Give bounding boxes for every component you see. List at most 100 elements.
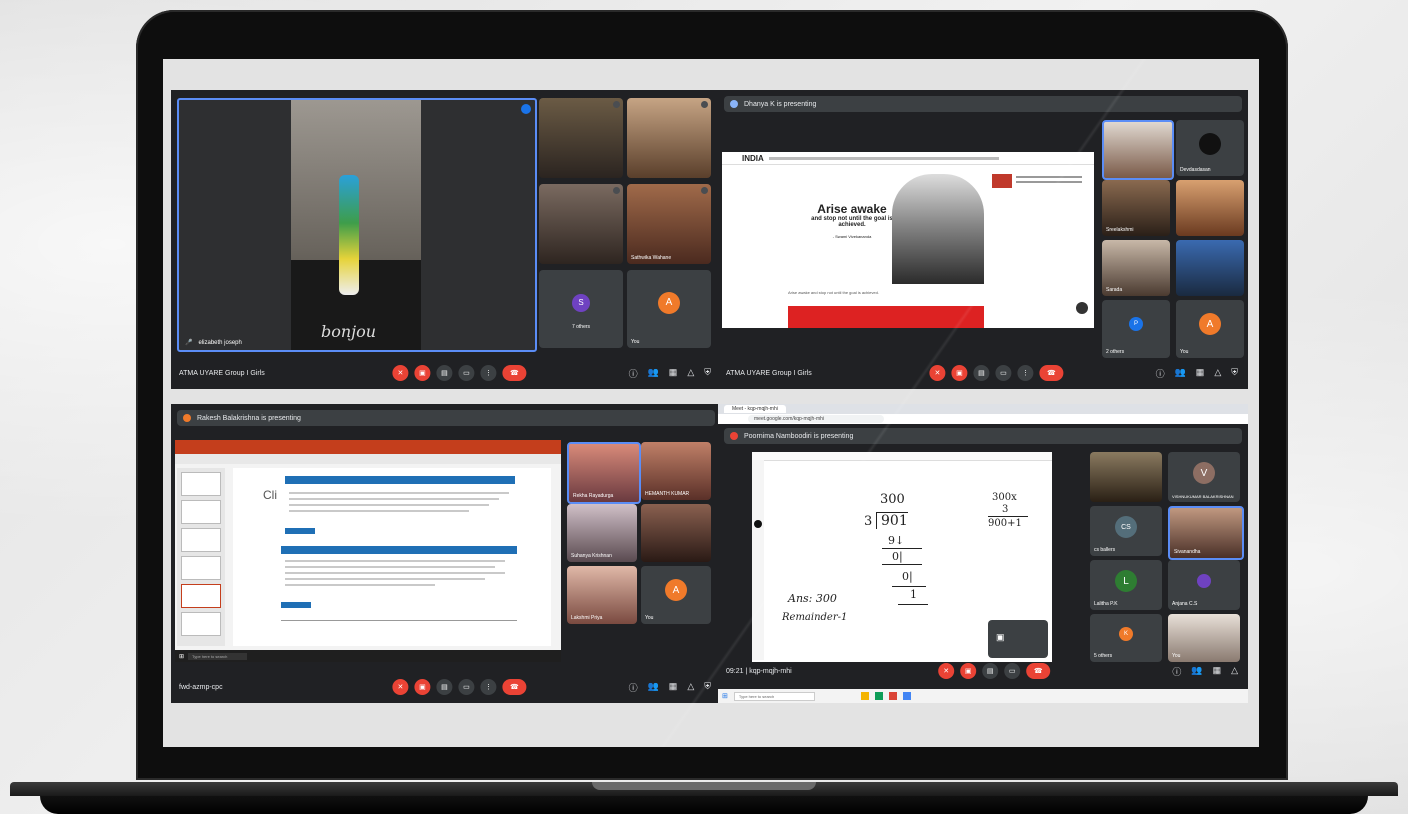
more-options-button[interactable]: ⋮ — [480, 679, 497, 695]
self-view-pip[interactable]: ▣ — [988, 620, 1048, 658]
participant-tile[interactable]: HEMANTH KUMAR — [641, 442, 711, 500]
captions-button[interactable]: ▤ — [436, 365, 453, 381]
participant-tile[interactable]: Sathwika Wahane — [627, 184, 711, 264]
math-step: 0| — [892, 550, 903, 563]
participant-tile[interactable]: V VISHNUKUMAR BALAKRISHNAN — [1168, 452, 1240, 502]
camera-off-button[interactable]: ▣ — [414, 365, 431, 381]
participant-tile[interactable]: CS cs ballers — [1090, 506, 1162, 556]
people-icon[interactable]: 👥 — [1175, 367, 1186, 380]
captions-button[interactable]: ▤ — [436, 679, 453, 695]
end-call-button[interactable]: ☎ — [502, 679, 527, 695]
others-tile[interactable]: P2 others — [1102, 300, 1170, 358]
chat-icon[interactable]: ▦ — [669, 367, 678, 380]
mic-off-button[interactable]: ✕ — [392, 365, 409, 381]
more-options-button[interactable]: ⋮ — [480, 365, 497, 381]
app-icon[interactable] — [875, 692, 884, 700]
participant-tile[interactable] — [1176, 240, 1244, 296]
participant-tile[interactable]: Sarada — [1102, 240, 1170, 296]
info-icon[interactable]: ⓘ — [1172, 665, 1181, 678]
host-controls-icon[interactable]: ⛨ — [704, 681, 711, 694]
info-icon[interactable]: ⓘ — [1156, 367, 1165, 380]
people-icon[interactable]: 👥 — [1191, 665, 1202, 678]
activities-icon[interactable]: △ — [687, 367, 694, 380]
control-bar: fwd-azmp-cpc ✕ ▣ ▤ ▭ ⋮ ☎ ⓘ 👥 ▦ △ ⛨ — [171, 675, 721, 699]
activities-icon[interactable]: △ — [1231, 665, 1238, 678]
others-tile[interactable]: S 7 others — [539, 270, 623, 348]
participant-tile[interactable] — [1102, 120, 1174, 180]
mic-off-button[interactable]: ✕ — [938, 663, 955, 679]
people-icon[interactable]: 👥 — [648, 681, 659, 694]
people-icon[interactable]: 👥 — [648, 367, 659, 380]
participant-tile[interactable]: L Lalitha P.K — [1090, 560, 1162, 610]
math-check: 3 — [1002, 504, 1009, 515]
participant-tile[interactable]: Devdasdasan — [1176, 120, 1244, 176]
meeting-name: ATMA UYARE Group I Girls — [726, 369, 812, 377]
avatar: A — [1199, 313, 1221, 336]
chat-icon[interactable]: ▦ — [669, 681, 678, 694]
self-tile[interactable]: You — [1168, 614, 1240, 662]
host-controls-icon[interactable]: ⛨ — [704, 367, 711, 380]
chrome-icon[interactable] — [903, 692, 912, 700]
powerpoint-ribbon — [175, 440, 561, 454]
address-bar[interactable]: meet.google.com/kqp-mqjh-mhi — [718, 414, 1248, 424]
control-bar: 09:21 | kqp-mqjh-mhi ✕ ▣ ▤ ▭ ☎ ⓘ 👥 ▦ △ — [718, 659, 1248, 683]
slide-thumbnails[interactable] — [177, 468, 225, 646]
math-check: 900+1 — [988, 518, 1022, 529]
chat-icon[interactable]: ▦ — [1196, 367, 1205, 380]
scroll-button[interactable] — [1076, 302, 1088, 314]
info-icon[interactable]: ⓘ — [629, 681, 638, 694]
camera-off-button[interactable]: ▣ — [951, 365, 968, 381]
participant-tile[interactable] — [641, 504, 711, 562]
others-tile[interactable]: K5 others — [1090, 614, 1162, 662]
end-call-button[interactable]: ☎ — [502, 365, 527, 381]
participant-tile[interactable] — [627, 98, 711, 178]
participant-tile[interactable]: Rekha Rayadurga — [567, 442, 641, 504]
host-controls-icon[interactable]: ⛨ — [1231, 367, 1238, 380]
participant-tile[interactable]: Sivanandha — [1168, 506, 1244, 560]
app-icon[interactable] — [889, 692, 898, 700]
taskbar-search[interactable]: Type here to search — [733, 691, 816, 701]
end-call-button[interactable]: ☎ — [1026, 663, 1051, 679]
participant-tile[interactable] — [539, 184, 623, 264]
more-options-button[interactable]: ⋮ — [1017, 365, 1034, 381]
avatar: S — [572, 293, 590, 312]
participant-tile[interactable] — [1090, 452, 1162, 502]
self-tile[interactable]: A You — [641, 566, 711, 624]
self-tile[interactable]: A You — [627, 270, 711, 348]
taskbar-search[interactable]: Type here to search — [188, 652, 248, 660]
avatar: K — [1119, 627, 1133, 642]
caption: Arise awake and stop not until the goal … — [788, 290, 879, 295]
participant-tile[interactable]: Sreelakshmi — [1102, 180, 1170, 236]
file-explorer-icon[interactable] — [861, 692, 870, 700]
present-button[interactable]: ▭ — [458, 679, 475, 695]
info-icon[interactable]: ⓘ — [629, 367, 638, 380]
participant-tile[interactable] — [1176, 180, 1244, 236]
browser-tabs: Meet - kqp-mqjh-mhi — [718, 404, 1248, 414]
meeting-time: 09:21 — [726, 667, 744, 675]
end-call-button[interactable]: ☎ — [1039, 365, 1064, 381]
present-button[interactable]: ▭ — [458, 365, 475, 381]
self-tile[interactable]: A You — [1176, 300, 1244, 358]
captions-button[interactable]: ▤ — [973, 365, 990, 381]
camera-off-button[interactable]: ▣ — [414, 679, 431, 695]
participant-tile[interactable]: Anjana C.S — [1168, 560, 1240, 610]
participant-tile[interactable]: Suhanya Krishnan — [567, 504, 637, 562]
participant-tile[interactable] — [539, 98, 623, 178]
shirt-text: bonjou — [321, 322, 377, 341]
present-button[interactable]: ▭ — [1004, 663, 1021, 679]
shared-screen: INDIA Arise awake and stop not until the… — [722, 152, 1094, 328]
captions-button[interactable]: ▤ — [982, 663, 999, 679]
activities-icon[interactable]: △ — [687, 681, 694, 694]
main-video-tile[interactable]: bonjou 🎤 elizabeth joseph — [177, 98, 537, 352]
windows-start-icon[interactable]: ⊞ — [722, 692, 728, 700]
activities-icon[interactable]: △ — [1214, 367, 1221, 380]
windows-start-icon[interactable]: ⊞ — [179, 653, 184, 660]
browser-tab[interactable]: Meet - kqp-mqjh-mhi — [724, 405, 786, 413]
mic-off-button[interactable]: ✕ — [392, 679, 409, 695]
camera-off-button[interactable]: ▣ — [960, 663, 977, 679]
mic-off-button[interactable]: ✕ — [929, 365, 946, 381]
present-button[interactable]: ▭ — [995, 365, 1012, 381]
participant-tile[interactable]: Lakshmi Priya — [567, 566, 637, 624]
meet-window-2: Dhanya K is presenting INDIA Arise awake… — [718, 90, 1248, 389]
chat-icon[interactable]: ▦ — [1213, 665, 1222, 678]
